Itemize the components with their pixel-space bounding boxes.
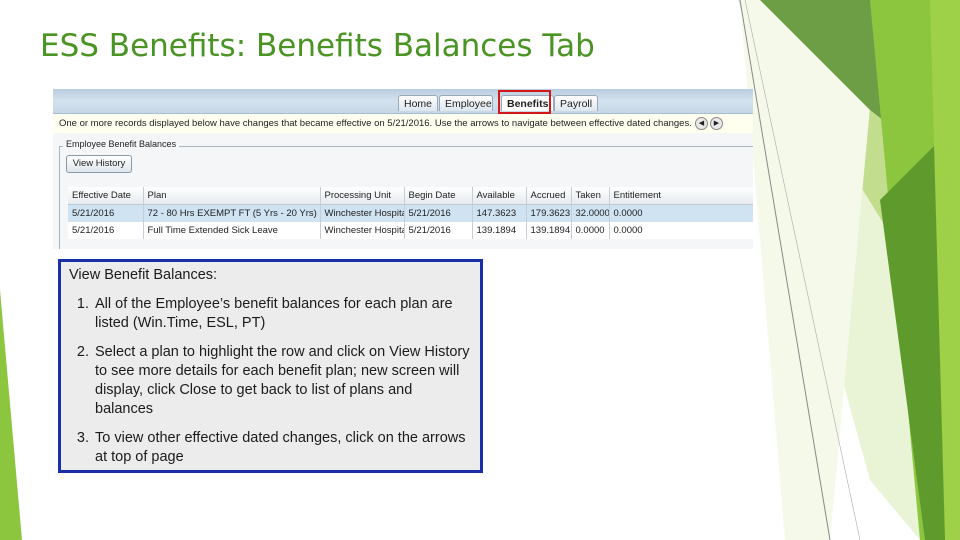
cell-begin-date: 5/21/2016	[404, 222, 473, 239]
instructions-list: All of the Employee’s benefit balances f…	[61, 295, 473, 477]
cell-processing-unit: Winchester Hospital	[320, 204, 405, 222]
cell-accrued: 179.3623	[526, 204, 572, 222]
cell-available: 147.3623	[472, 204, 527, 222]
cell-effective-date: 5/21/2016	[68, 222, 144, 239]
cell-entitlement: 0.0000	[609, 222, 753, 239]
cell-entitlement: 0.0000	[609, 204, 753, 222]
benefits-tab-highlight	[498, 90, 551, 114]
instruction-item: To view other effective dated changes, c…	[93, 429, 473, 467]
col-effective-date[interactable]: Effective Date	[68, 187, 144, 205]
col-begin-date[interactable]: Begin Date	[404, 187, 473, 205]
col-entitlement[interactable]: Entitlement	[609, 187, 753, 205]
cell-plan: 72 - 80 Hrs EXEMPT FT (5 Yrs - 20 Yrs)	[143, 204, 321, 222]
tab-home[interactable]: Home	[398, 95, 439, 111]
slide-title: ESS Benefits: Benefits Balances Tab	[40, 28, 595, 64]
col-available[interactable]: Available	[472, 187, 527, 205]
col-accrued[interactable]: Accrued	[526, 187, 572, 205]
benefit-balances-legend: Employee Benefit Balances	[63, 139, 180, 149]
col-taken[interactable]: Taken	[571, 187, 610, 205]
arrow-right-icon: ▶	[713, 120, 720, 127]
cell-taken: 32.0000	[571, 204, 610, 222]
notice-text: One or more records displayed below have…	[59, 118, 692, 129]
cell-begin-date: 5/21/2016	[404, 204, 473, 222]
tab-payroll[interactable]: Payroll	[554, 95, 599, 111]
cell-available: 139.1894	[472, 222, 527, 239]
col-plan[interactable]: Plan	[143, 187, 321, 205]
tab-employee[interactable]: Employee	[439, 95, 493, 111]
instruction-item: All of the Employee’s benefit balances f…	[93, 295, 473, 333]
view-history-button[interactable]: View History	[66, 155, 132, 173]
col-processing-unit[interactable]: Processing Unit	[320, 187, 405, 205]
left-green-shape	[0, 290, 22, 540]
cell-plan: Full Time Extended Sick Leave	[143, 222, 321, 239]
prev-record-button[interactable]: ◀	[695, 117, 708, 130]
cell-effective-date: 5/21/2016	[68, 204, 144, 222]
table-row[interactable]: 5/21/2016 Full Time Extended Sick Leave …	[68, 222, 753, 239]
benefit-balances-table: Effective Date Plan Processing Unit Begi…	[68, 187, 753, 239]
table-header-row: Effective Date Plan Processing Unit Begi…	[68, 187, 753, 205]
arrow-left-icon: ◀	[698, 120, 705, 127]
cell-accrued: 139.1894	[526, 222, 572, 239]
table-row[interactable]: 5/21/2016 72 - 80 Hrs EXEMPT FT (5 Yrs -…	[68, 204, 753, 222]
app-screenshot: Home Employee Benefits Payroll One or mo…	[53, 89, 753, 249]
next-record-button[interactable]: ▶	[710, 117, 723, 130]
cell-taken: 0.0000	[571, 222, 610, 239]
instructions-callout: View Benefit Balances: All of the Employ…	[58, 259, 483, 473]
tab-bar: Home Employee Benefits Payroll	[53, 89, 753, 114]
instruction-item: Select a plan to highlight the row and c…	[93, 343, 473, 419]
callout-heading: View Benefit Balances:	[69, 267, 218, 283]
effective-date-notice: One or more records displayed below have…	[53, 114, 753, 133]
cell-processing-unit: Winchester Hospital	[320, 222, 405, 239]
